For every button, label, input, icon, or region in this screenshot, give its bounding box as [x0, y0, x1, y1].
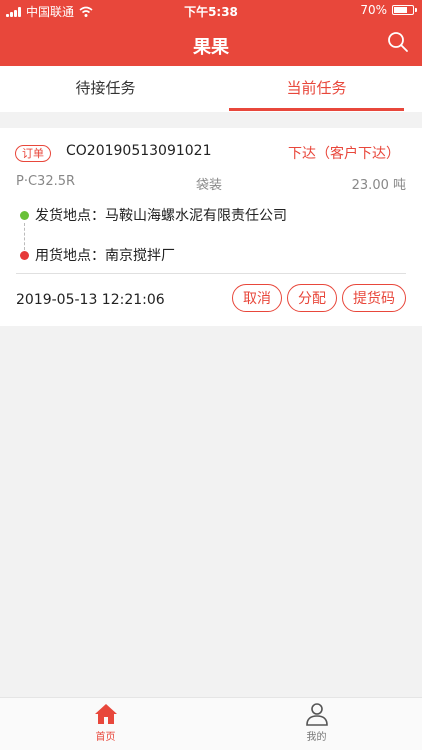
pickup-code-button[interactable]: 提货码 — [342, 284, 406, 312]
origin-location: 发货地点：马鞍山海螺水泥有限责任公司 — [20, 205, 287, 225]
origin-dot-icon — [20, 210, 29, 220]
nav-item-home-label: 首页 — [95, 732, 116, 743]
order-number: CO20190513091021 — [66, 143, 212, 159]
app-header: 中国联通 下午5:38 70% 果果 — [0, 0, 422, 66]
packaging-type: 袋装 — [196, 178, 223, 193]
home-icon — [94, 704, 117, 724]
assign-button[interactable]: 分配 — [287, 284, 337, 312]
bottom-nav: 首页 我的 — [0, 697, 422, 750]
card-divider — [16, 273, 406, 274]
tab-pending-tasks[interactable]: 待接任务 — [0, 66, 211, 112]
origin-text: 发货地点：马鞍山海螺水泥有限责任公司 — [35, 208, 287, 224]
page-title: 果果 — [193, 37, 229, 58]
status-bar: 中国联通 下午5:38 70% — [0, 0, 422, 22]
order-status: 下达（客户下达） — [288, 146, 400, 162]
battery-fill — [394, 7, 407, 13]
nav-item-profile-label: 我的 — [306, 732, 327, 743]
battery-icon — [392, 5, 417, 15]
nav-item-profile[interactable]: 我的 — [211, 698, 422, 750]
order-spec-row: P·C32.5R 袋装 23.00 吨 — [16, 174, 406, 193]
product-code: P·C32.5R — [16, 174, 76, 189]
status-time: 下午5:38 — [184, 5, 238, 19]
search-icon[interactable] — [386, 30, 410, 54]
destination-text: 用货地点：南京搅拌厂 — [35, 248, 175, 264]
destination-location: 用货地点：南京搅拌厂 — [20, 245, 175, 265]
order-time: 2019-05-13 12:21:06 — [16, 292, 165, 308]
nav-item-home[interactable]: 首页 — [0, 698, 211, 750]
battery-percent: 70% — [360, 3, 387, 17]
user-icon — [305, 703, 328, 726]
task-tabs: 待接任务 当前任务 — [0, 66, 422, 112]
cancel-button[interactable]: 取消 — [232, 284, 282, 312]
destination-dot-icon — [20, 250, 29, 260]
order-quantity: 23.00 吨 — [351, 178, 406, 193]
order-card[interactable]: 订单 CO20190513091021 下达（客户下达） P·C32.5R 袋装… — [0, 128, 422, 326]
status-right: 70% — [360, 3, 417, 17]
tab-current-tasks[interactable]: 当前任务 — [211, 66, 422, 112]
order-badge: 订单 — [15, 145, 51, 162]
